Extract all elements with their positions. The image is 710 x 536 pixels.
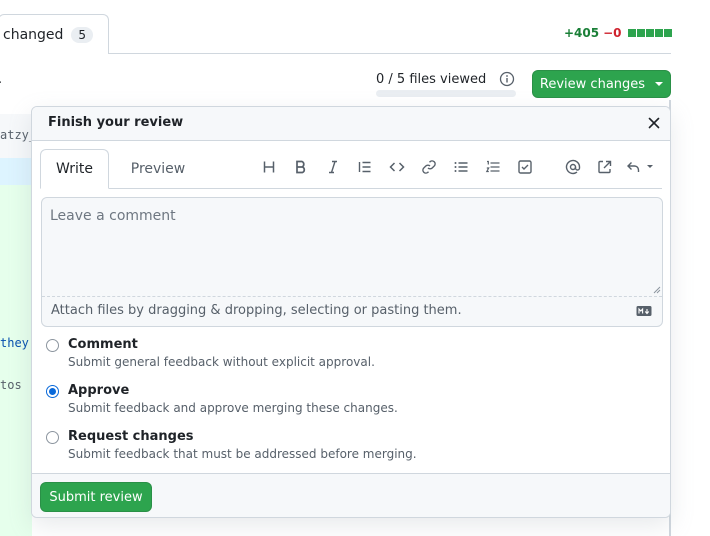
attach-files-hint: Attach files by dragging & dropping, sel… xyxy=(51,303,462,318)
diffstat-blocks xyxy=(627,29,672,37)
diff-hunk-header-bg xyxy=(0,158,32,185)
tabs-divider xyxy=(108,53,671,54)
saved-replies-icon[interactable] xyxy=(625,155,657,179)
option-comment-description: Submit general feedback without explicit… xyxy=(68,355,375,369)
close-icon[interactable] xyxy=(646,115,662,131)
reference-icon[interactable] xyxy=(593,155,617,179)
additions-count: +405 xyxy=(564,26,600,40)
dialog-title: Finish your review xyxy=(48,115,184,130)
option-request-changes-description: Submit feedback that must be addressed b… xyxy=(68,447,417,461)
markdown-icon[interactable] xyxy=(636,305,652,317)
tab-files-changed-label: changed xyxy=(3,26,64,43)
mention-icon[interactable] xyxy=(561,155,585,179)
option-approve-label: Approve xyxy=(68,383,130,398)
code-snippet: they xyxy=(0,336,29,350)
submit-review-button[interactable]: Submit review xyxy=(40,482,152,512)
files-changed-count-badge: 5 xyxy=(71,26,94,43)
tab-files-changed[interactable]: changed 5 xyxy=(0,14,109,54)
option-request-changes-label: Request changes xyxy=(68,429,194,444)
italic-icon[interactable] xyxy=(321,155,345,179)
files-viewed-text: 0 / 5 files viewed xyxy=(376,72,487,87)
review-changes-label: Review changes xyxy=(539,76,646,92)
link-icon[interactable] xyxy=(417,155,441,179)
dialog-footer: Submit review xyxy=(32,473,670,517)
option-comment-label: Comment xyxy=(68,337,138,352)
diffstat-block xyxy=(645,29,654,37)
heading-icon[interactable] xyxy=(257,155,281,179)
tab-preview[interactable]: Preview xyxy=(118,149,198,189)
comment-box: Attach files by dragging & dropping, sel… xyxy=(41,197,663,327)
finish-review-dialog: Finish your review Write Preview Leave a… xyxy=(31,106,671,518)
code-icon[interactable] xyxy=(385,155,409,179)
diffstat-block xyxy=(663,29,672,37)
radio-approve[interactable] xyxy=(46,385,59,398)
attach-files-bar[interactable]: Attach files by dragging & dropping, sel… xyxy=(42,296,662,326)
ordered-list-icon[interactable] xyxy=(481,155,505,179)
truncated-text: . xyxy=(0,72,2,87)
chevron-down-icon xyxy=(655,82,664,86)
deletions-count: −0 xyxy=(603,26,622,40)
quote-icon[interactable] xyxy=(353,155,377,179)
editor-tabs: Write Preview xyxy=(40,149,662,189)
radio-request-changes[interactable] xyxy=(46,431,59,444)
unordered-list-icon[interactable] xyxy=(449,155,473,179)
radio-comment[interactable] xyxy=(46,339,59,352)
diffstat-block xyxy=(654,29,663,37)
resize-handle-icon[interactable] xyxy=(653,286,661,294)
comment-textarea[interactable] xyxy=(42,198,662,296)
code-snippet: tos xyxy=(0,378,22,392)
tab-write[interactable]: Write xyxy=(40,149,109,189)
diff-added-lines-bg xyxy=(0,185,32,536)
files-viewed-progress xyxy=(376,90,516,97)
info-icon[interactable] xyxy=(499,71,515,87)
diffstat-block xyxy=(627,29,636,37)
diffstat: +405 −0 xyxy=(564,26,672,40)
option-approve-description: Submit feedback and approve merging thes… xyxy=(68,401,398,415)
bold-icon[interactable] xyxy=(289,155,313,179)
review-changes-button[interactable]: Review changes xyxy=(532,70,671,98)
task-list-icon[interactable] xyxy=(513,155,537,179)
dialog-header: Finish your review xyxy=(32,107,670,141)
diffstat-block xyxy=(636,29,645,37)
